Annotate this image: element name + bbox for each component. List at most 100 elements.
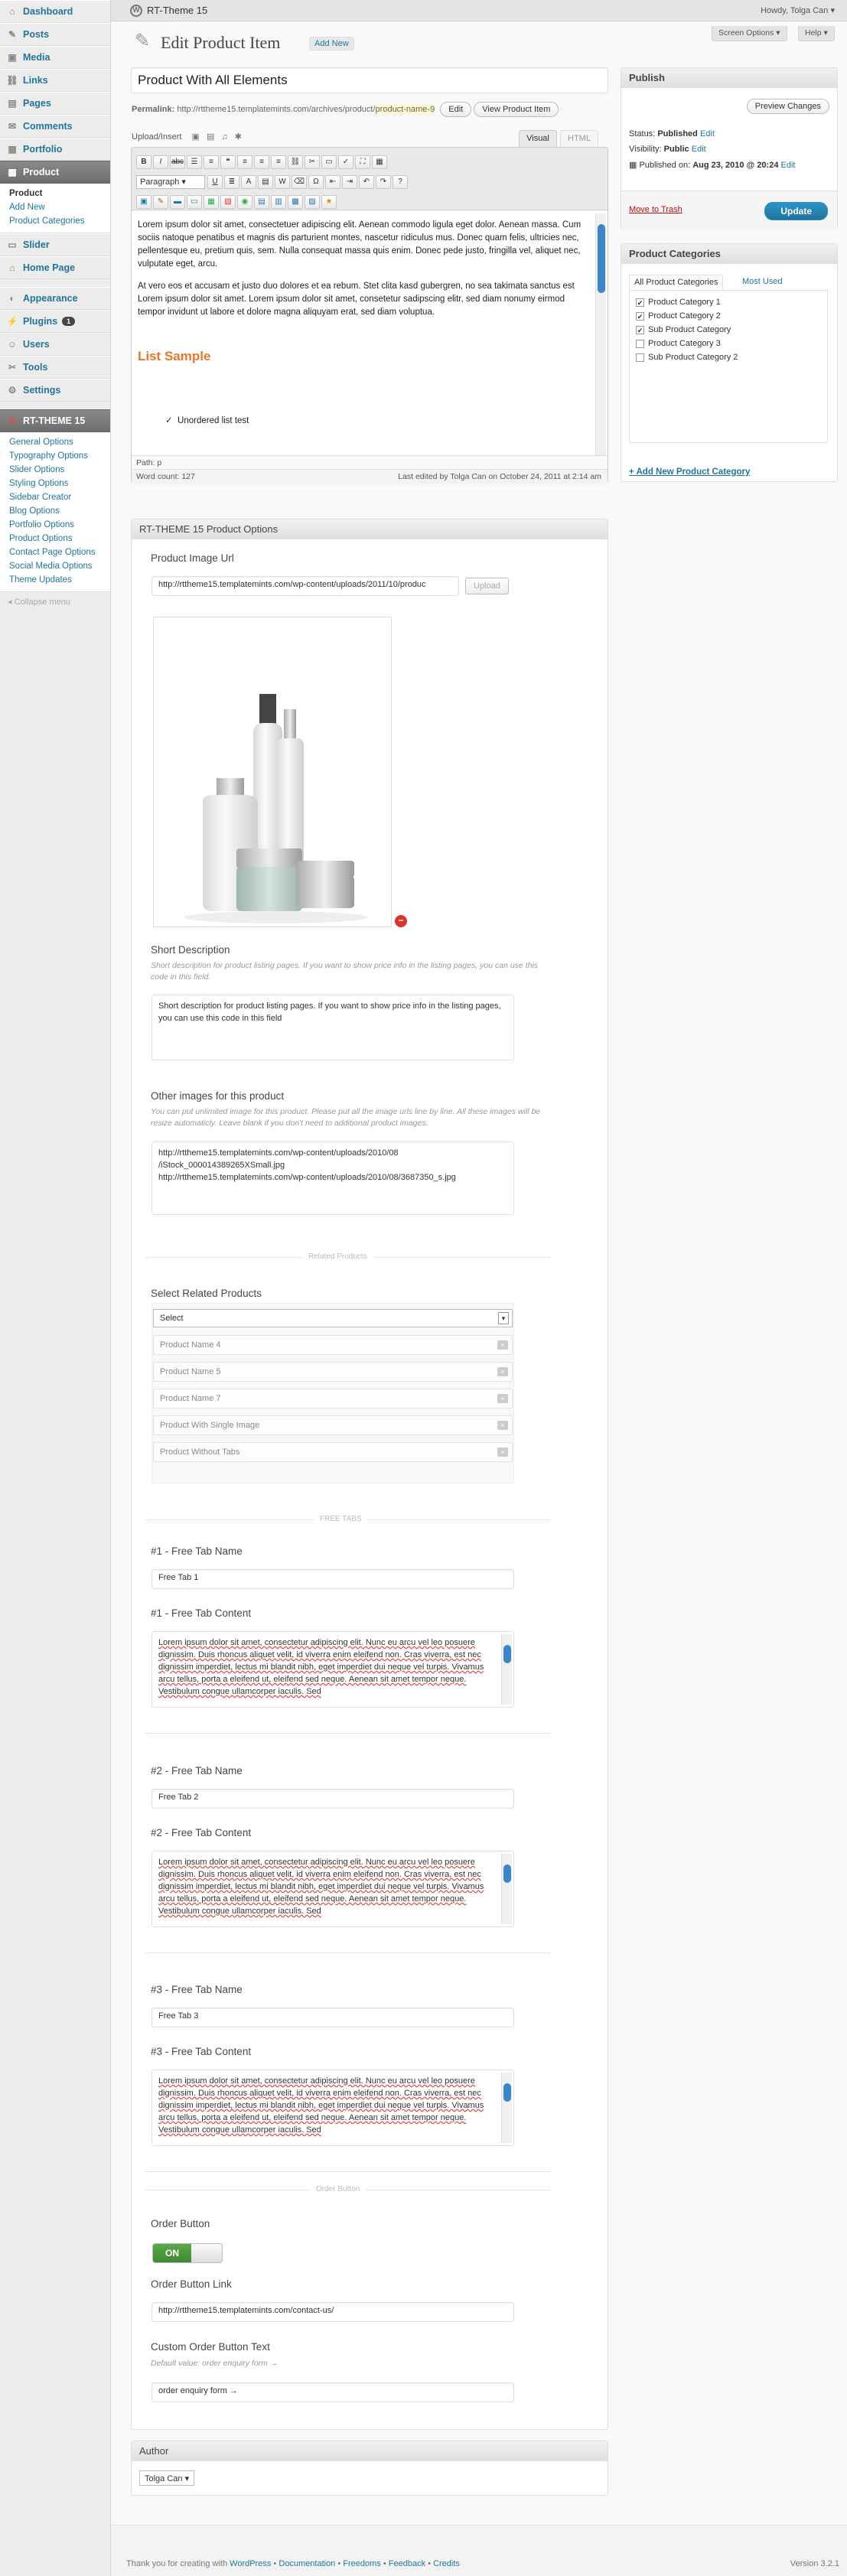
help-button[interactable]: Help ▾	[798, 26, 835, 41]
post-title-input[interactable]: Product With All Elements	[131, 67, 608, 93]
tab-all-categories[interactable]: All Product Categories	[629, 275, 724, 289]
free-tab-content-textarea[interactable]: Lorem ipsum dolor sit amet, consectetur …	[151, 1631, 514, 1708]
number-list-button[interactable]: ≡	[204, 155, 219, 169]
align-left-button[interactable]: ≡	[237, 155, 252, 169]
shortcode-button-2[interactable]: ✎	[153, 194, 168, 209]
shortcode-button-10[interactable]: ▩	[288, 194, 303, 209]
footer-feedback-link[interactable]: Feedback	[389, 2559, 425, 2568]
add-media-icon[interactable]: ✱	[235, 132, 242, 142]
help-icon[interactable]: ?	[393, 174, 408, 189]
remove-related-icon[interactable]: ×	[497, 1448, 508, 1457]
add-new-button[interactable]: Add New	[309, 37, 354, 50]
spellcheck-button[interactable]: ✓	[338, 155, 353, 169]
strikethrough-button[interactable]: abc	[170, 155, 185, 169]
submenu-item[interactable]: Sidebar Creator	[0, 490, 110, 504]
justify-button[interactable]: ≣	[224, 174, 239, 189]
submenu-item[interactable]: Add New	[0, 200, 110, 214]
submenu-item[interactable]: Product Options	[0, 532, 110, 545]
redo-button[interactable]: ↷	[376, 174, 391, 189]
shortcode-button-8[interactable]: ▤	[254, 194, 269, 209]
add-video-icon[interactable]: ▤	[207, 132, 214, 142]
link-button[interactable]: ⛓	[288, 155, 303, 169]
submenu-item[interactable]: Social Media Options	[0, 559, 110, 573]
date-edit-link[interactable]: Edit	[781, 161, 796, 170]
free-tab-content-textarea[interactable]: Lorem ipsum dolor sit amet, consectetur …	[151, 2070, 514, 2146]
other-images-textarea[interactable]: http://rttheme15.templatemints.com/wp-co…	[151, 1141, 514, 1215]
paste-text-button[interactable]: ▤	[258, 174, 273, 189]
editor-content[interactable]: Lorem ipsum dolor sit amet, consectetuer…	[132, 211, 594, 454]
sidebar-item-links[interactable]: ⛓ Links	[0, 69, 110, 92]
clear-format-button[interactable]: ⌫	[292, 174, 307, 189]
sidebar-item-dashboard[interactable]: ⌂ Dashboard	[0, 0, 110, 23]
textarea-scrollbar[interactable]	[501, 1634, 512, 1705]
bullet-list-button[interactable]: ☰	[187, 155, 202, 169]
order-button-toggle[interactable]: ON	[152, 2243, 223, 2263]
category-item[interactable]: Product Category 3	[636, 337, 821, 350]
status-edit-link[interactable]: Edit	[700, 129, 715, 138]
category-checkbox[interactable]: ✔	[636, 311, 644, 321]
footer-wordpress-link[interactable]: WordPress	[230, 2559, 271, 2568]
footer-credits-link[interactable]: Credits	[433, 2559, 460, 2568]
sidebar-item-pages[interactable]: ▤ Pages	[0, 92, 110, 115]
remove-image-icon[interactable]: −	[395, 915, 407, 927]
short-description-textarea[interactable]: Short description for product listing pa…	[151, 995, 514, 1060]
screen-options-button[interactable]: Screen Options ▾	[712, 26, 787, 41]
remove-related-icon[interactable]: ×	[497, 1394, 508, 1403]
preview-changes-button[interactable]: Preview Changes	[746, 99, 829, 114]
greeting[interactable]: Howdy, Tolga Can ▾	[761, 5, 835, 15]
site-title[interactable]: RT-Theme 15	[147, 5, 207, 16]
shortcode-button-6[interactable]: ▧	[220, 194, 236, 209]
category-item[interactable]: ✔ Sub Product Category	[636, 323, 821, 337]
shortcode-button-1[interactable]: ▣	[136, 194, 151, 209]
shortcode-button-9[interactable]: ▥	[271, 194, 286, 209]
submenu-item[interactable]: Typography Options	[0, 449, 110, 463]
submenu-item[interactable]: Theme Updates	[0, 573, 110, 587]
submenu-item[interactable]: Blog Options	[0, 504, 110, 518]
free-tab-name-input[interactable]: Free Tab 3	[151, 2008, 514, 2027]
footer-freedoms-link[interactable]: Freedoms	[343, 2559, 381, 2568]
sidebar-item-appearance[interactable]: ◐ Appearance	[0, 287, 110, 310]
italic-button[interactable]: I	[153, 155, 168, 169]
submenu-item[interactable]: Contact Page Options	[0, 545, 110, 559]
free-tab-name-input[interactable]: Free Tab 1	[151, 1569, 514, 1589]
submenu-item[interactable]: Styling Options	[0, 477, 110, 490]
free-tab-name-input[interactable]: Free Tab 2	[151, 1789, 514, 1809]
sidebar-item-slider[interactable]: ▭ Slider	[0, 233, 110, 256]
sidebar-item-tools[interactable]: ✂ Tools	[0, 356, 110, 379]
move-to-trash-link[interactable]: Move to Trash	[629, 205, 682, 214]
shortcode-button-11[interactable]: ▨	[305, 194, 320, 209]
paste-word-button[interactable]: W	[275, 174, 290, 189]
author-select[interactable]: Tolga Can ▾	[139, 2470, 195, 2486]
tab-most-used[interactable]: Most Used	[742, 277, 783, 286]
sidebar-item-media[interactable]: ▣ Media	[0, 46, 110, 69]
category-checkbox[interactable]: ✔	[636, 298, 644, 307]
blockquote-button[interactable]: ❝	[220, 155, 236, 169]
category-checkbox[interactable]: ✔	[636, 325, 644, 334]
product-image-url-input[interactable]: http://rttheme15.templatemints.com/wp-co…	[151, 576, 459, 596]
submenu-item[interactable]: General Options	[0, 435, 110, 449]
category-item[interactable]: ✔ Product Category 2	[636, 309, 821, 323]
sidebar-item-plugins[interactable]: ⚡ Plugins 1	[0, 310, 110, 333]
update-button[interactable]: Update	[764, 202, 828, 220]
indent-button[interactable]: ⇥	[342, 174, 357, 189]
kitchen-sink-button[interactable]: ▦	[372, 155, 387, 169]
view-product-button[interactable]: View Product Item	[474, 102, 559, 117]
shortcode-button-5[interactable]: ▦	[204, 194, 219, 209]
remove-related-icon[interactable]: ×	[497, 1367, 508, 1376]
text-color-button[interactable]: A	[241, 174, 256, 189]
order-link-input[interactable]: http://rttheme15.templatemints.com/conta…	[151, 2302, 514, 2322]
tab-visual[interactable]: Visual	[519, 130, 557, 147]
special-char-button[interactable]: Ω	[308, 174, 324, 189]
upload-button[interactable]: Upload	[465, 578, 509, 594]
textarea-scrollbar[interactable]	[501, 1854, 512, 1924]
unlink-button[interactable]: ✂	[305, 155, 320, 169]
add-image-icon[interactable]: ▣	[192, 132, 200, 142]
submenu-item[interactable]: Portfolio Options	[0, 518, 110, 532]
sidebar-item-users[interactable]: ☺ Users	[0, 333, 110, 356]
footer-documentation-link[interactable]: Documentation	[279, 2559, 335, 2568]
sidebar-item-portfolio[interactable]: ▦ Portfolio	[0, 138, 110, 161]
sidebar-item-home-page[interactable]: ⌂ Home Page	[0, 256, 110, 279]
permalink-slug[interactable]: product-name-9	[375, 105, 435, 114]
free-tab-content-textarea[interactable]: Lorem ipsum dolor sit amet, consectetur …	[151, 1851, 514, 1927]
remove-related-icon[interactable]: ×	[497, 1340, 508, 1350]
